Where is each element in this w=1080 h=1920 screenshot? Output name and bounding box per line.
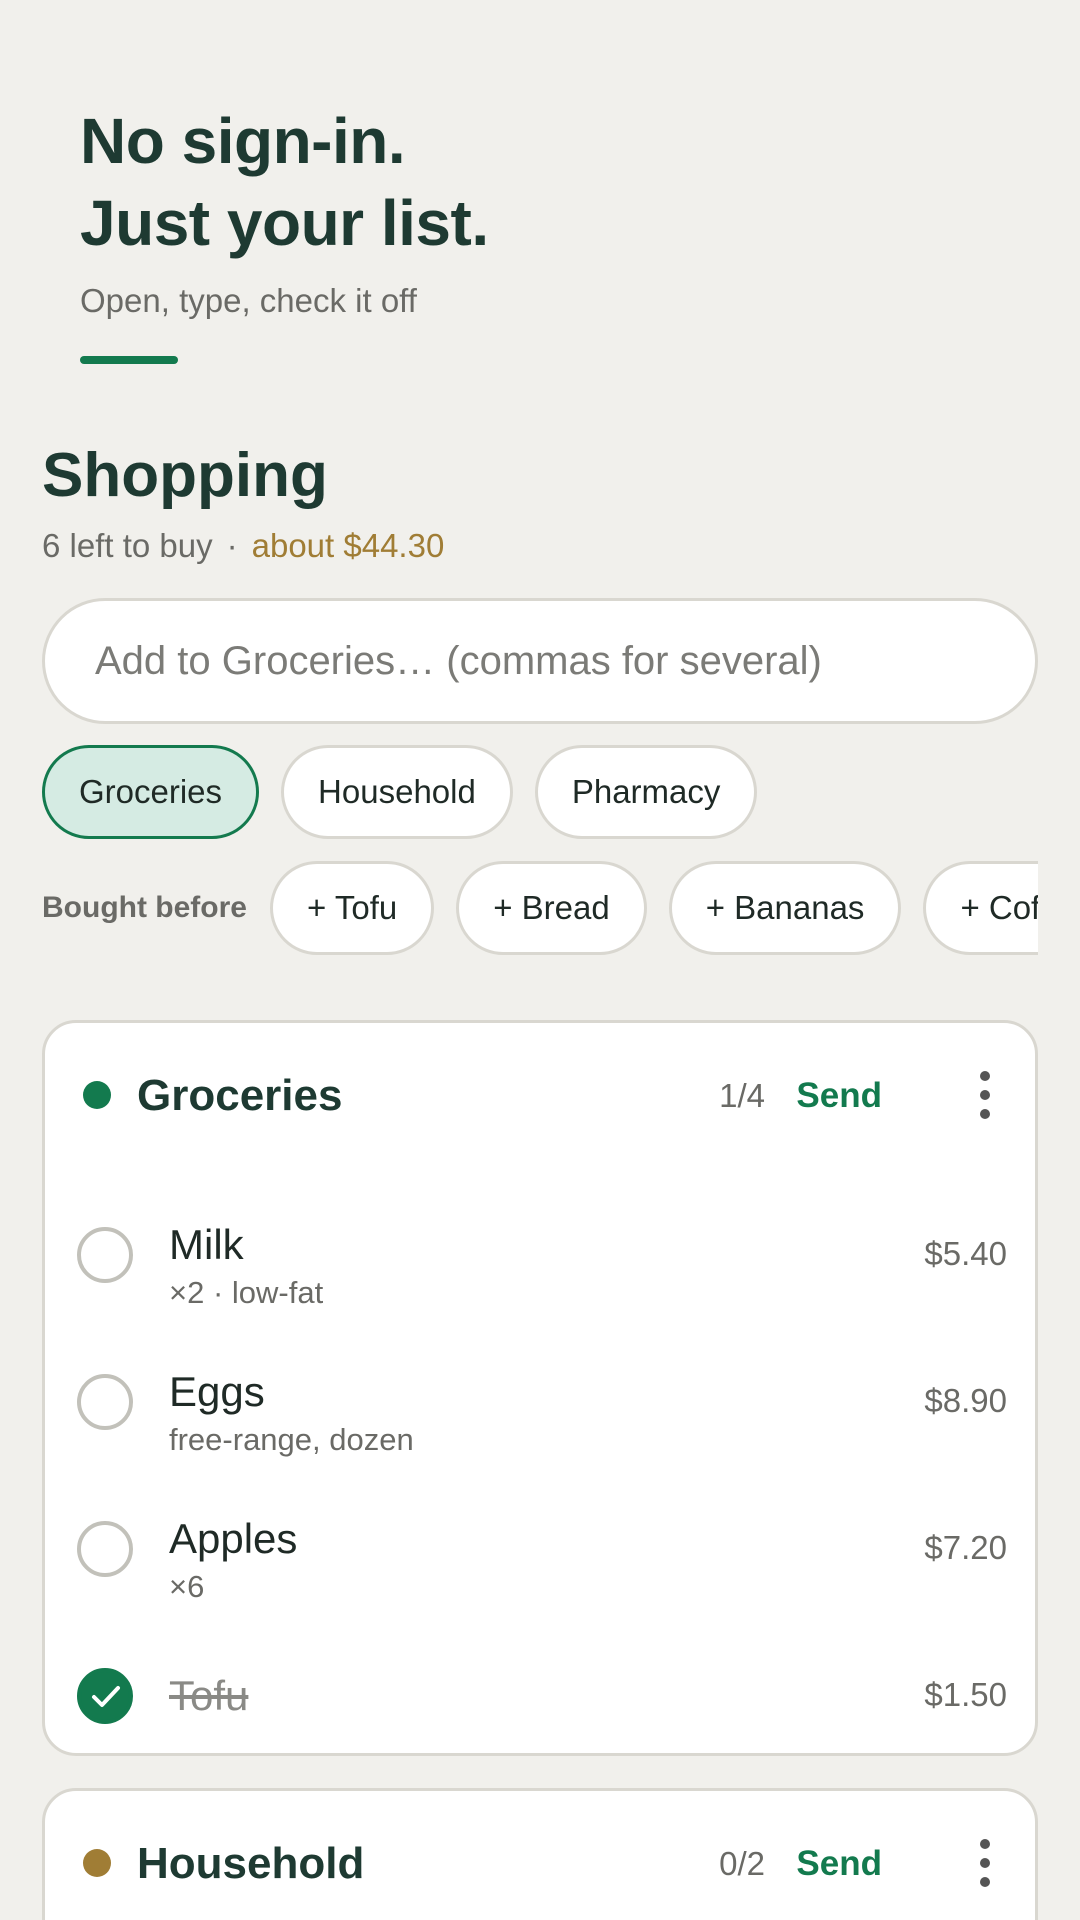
category-color-dot <box>83 1849 111 1877</box>
item-checkbox[interactable] <box>77 1374 133 1430</box>
hero-subtitle: Open, type, check it off <box>80 282 417 319</box>
page-title: Shopping <box>42 441 328 510</box>
item-checkbox[interactable] <box>77 1227 133 1283</box>
item-checkbox[interactable] <box>77 1521 133 1577</box>
item-checkbox-checked[interactable] <box>77 1668 133 1724</box>
item-name[interactable]: Apples <box>169 1515 297 1563</box>
list-progress-count: 0/2 <box>719 1845 765 1882</box>
category-chip-household[interactable]: Household <box>281 745 513 839</box>
list-summary: 6 left to buy · about $44.30 <box>42 527 444 565</box>
list-name: Groceries <box>137 1071 343 1120</box>
bought-before-label: Bought before <box>42 891 247 924</box>
bought-before-strip: Bought before + Tofu + Bread + Bananas +… <box>42 861 1038 957</box>
category-chip-pharmacy[interactable]: Pharmacy <box>534 745 758 839</box>
add-item-input[interactable] <box>42 598 1038 724</box>
item-name[interactable]: Eggs <box>169 1368 265 1416</box>
quick-add-bread[interactable]: + Bread <box>456 861 647 955</box>
quick-add-tofu[interactable]: + Tofu <box>270 861 435 955</box>
list-card-household: Household 0/2 Send <box>42 1788 1038 1920</box>
item-note: free-range, dozen <box>169 1422 414 1457</box>
list-item: Milk ×2 · low-fat $5.40 <box>45 1181 1035 1328</box>
item-price: $5.40 <box>924 1235 1007 1272</box>
item-note: ×2 · low-fat <box>169 1275 324 1310</box>
list-item: Eggs free-range, dozen $8.90 <box>45 1328 1035 1475</box>
quick-add-coffee[interactable]: + Coffee <box>923 861 1038 955</box>
list-progress-count: 1/4 <box>719 1077 765 1114</box>
left-to-buy-count: 6 left to buy <box>42 527 213 564</box>
category-chip-groceries[interactable]: Groceries <box>42 745 260 839</box>
send-list-button[interactable]: Send <box>796 1844 882 1884</box>
list-card-header: Groceries 1/4 Send <box>45 1023 1035 1163</box>
category-color-dot <box>83 1081 111 1109</box>
list-item: Apples ×6 $7.20 <box>45 1475 1035 1622</box>
list-item: Tofu $1.50 <box>45 1622 1035 1769</box>
checkmark-icon <box>92 1686 120 1707</box>
item-note: ×6 <box>169 1569 205 1604</box>
quick-add-bananas[interactable]: + Bananas <box>668 861 902 955</box>
item-name[interactable]: Milk <box>169 1221 244 1269</box>
bought-before-scroll[interactable]: + Tofu + Bread + Bananas + Coffee <box>270 861 1038 955</box>
more-vertical-icon[interactable] <box>975 1071 995 1119</box>
hero-headline-line-2: Just your list. <box>80 187 489 259</box>
summary-separator: · <box>226 527 238 564</box>
item-name[interactable]: Tofu <box>169 1672 248 1720</box>
estimated-total: about $44.30 <box>251 527 445 564</box>
category-chip-group: Groceries Household Pharmacy <box>42 745 758 839</box>
item-price: $8.90 <box>924 1382 1007 1419</box>
list-name: Household <box>137 1839 365 1888</box>
more-vertical-icon[interactable] <box>975 1839 995 1887</box>
hero: No sign-in. Just your list. Open, type, … <box>80 100 489 364</box>
item-price: $1.50 <box>924 1676 1007 1713</box>
hero-accent-rule <box>80 356 178 364</box>
item-price: $7.20 <box>924 1529 1007 1566</box>
list-card-header: Household 0/2 Send <box>45 1791 1035 1920</box>
list-card-groceries: Groceries 1/4 Send Milk ×2 · low-fat $5.… <box>42 1020 1038 1756</box>
send-list-button[interactable]: Send <box>796 1076 882 1116</box>
hero-headline-line-1: No sign-in. <box>80 105 406 177</box>
app-screen: No sign-in. Just your list. Open, type, … <box>0 0 1080 1920</box>
